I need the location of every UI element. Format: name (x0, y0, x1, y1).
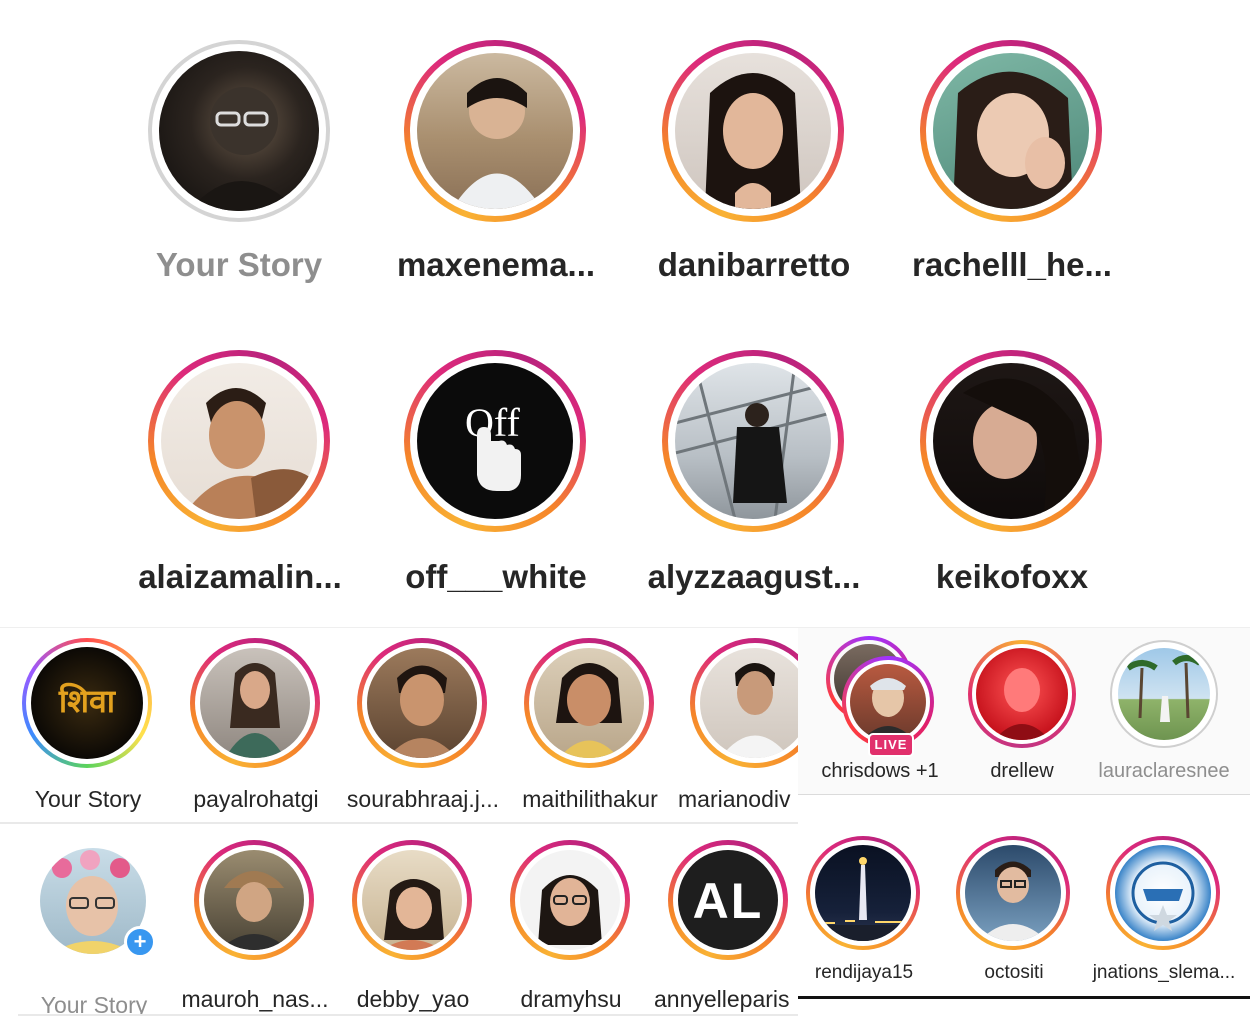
story-rendijaya15[interactable]: rendijaya15 (806, 836, 922, 996)
story-rachelll[interactable]: rachelll_he... (912, 40, 1112, 300)
avatar (520, 850, 620, 950)
avatar (933, 363, 1089, 519)
story-username: keikofoxx (935, 558, 1089, 595)
story-your-story[interactable]: Your Story (148, 40, 332, 300)
stories-tray-b: LIVE chrisdows +1 drellew lauraclaresnee (798, 628, 1250, 795)
story-payalrohatgi[interactable]: payalrohatgi (190, 638, 322, 818)
avatar-logo-text: शिवा (58, 683, 116, 719)
avatar (417, 53, 573, 209)
story-username: rendijaya15 (814, 962, 914, 983)
story-username: marianodiv (678, 786, 791, 812)
avatar (159, 51, 319, 211)
avatar (200, 648, 310, 758)
avatar (976, 648, 1068, 740)
avatar (675, 53, 831, 209)
avatar (362, 850, 462, 950)
hand-pointer-icon (477, 427, 521, 491)
story-username: alaizamalin... (138, 558, 342, 595)
avatar (204, 850, 304, 950)
add-story-icon[interactable]: + (124, 926, 156, 958)
story-jnations-slema[interactable]: jnations_slema... (1093, 836, 1235, 996)
story-lauraclaresnee[interactable]: lauraclaresnee (1098, 640, 1230, 790)
story-keikofoxx[interactable]: keikofoxx (920, 350, 1104, 610)
story-username: chrisdows +1 (821, 760, 939, 782)
story-username: octositi (984, 962, 1044, 983)
avatar (161, 363, 317, 519)
avatar (1115, 845, 1211, 941)
avatar (965, 845, 1061, 941)
avatar (850, 664, 926, 740)
story-your-story-c[interactable]: + Your Story (40, 848, 156, 1016)
story-off-white[interactable]: Off off___white (404, 350, 588, 610)
story-username: lauraclaresnee (1098, 760, 1230, 782)
brand-logo-text: AL (692, 873, 764, 929)
stories-tray-a: शिवा Your Story payalrohatgi sourabhraaj… (0, 628, 798, 820)
stories-tray-c: + Your Story mauroh_nas... debby_yao dra… (0, 826, 798, 1016)
avatar (675, 363, 831, 519)
avatar: AL (678, 850, 778, 950)
story-username: sourabhraaj.j... (346, 786, 500, 812)
story-username: mauroh_nas... (181, 986, 329, 1012)
story-username: dramyhsu (520, 986, 622, 1012)
live-badge: LIVE (868, 733, 914, 757)
avatar (933, 53, 1089, 209)
story-username: Your Story (40, 992, 148, 1016)
avatar (367, 648, 477, 758)
story-mauroh-nas[interactable]: mauroh_nas... (181, 840, 329, 1016)
story-username: debby_yao (356, 986, 470, 1012)
story-alyzzaagust[interactable]: alyzzaagust... (648, 350, 860, 610)
avatar (815, 845, 911, 941)
avatar (534, 648, 644, 758)
story-debby-yao[interactable]: debby_yao (352, 840, 474, 1016)
story-username: off___white (405, 558, 587, 595)
story-maxenema[interactable]: maxenema... (397, 40, 595, 300)
story-username: maithilithakur (522, 786, 658, 812)
story-username: Your Story (34, 786, 142, 812)
story-octositi[interactable]: octositi (956, 836, 1072, 996)
story-username: annyelleparis (654, 986, 790, 1012)
story-username: drellew (990, 760, 1054, 782)
stories-tray-d: rendijaya15 octositi jnations_slema... (798, 826, 1250, 999)
story-chrisdows-live[interactable]: LIVE chrisdows +1 (821, 636, 942, 792)
story-sourabhraaj[interactable]: sourabhraaj.j... (347, 638, 499, 818)
avatar: शिवा (31, 647, 143, 759)
divider (0, 822, 798, 824)
avatar (1118, 648, 1210, 740)
story-alaizamalin[interactable]: alaizamalin... (138, 350, 342, 610)
story-username: maxenema... (396, 246, 596, 283)
top-stories-grid: Your Story maxenema... danibarretto rach… (0, 0, 1250, 625)
story-username: Your Story (155, 246, 323, 283)
story-username: payalrohatgi (193, 786, 319, 812)
story-annyelleparis[interactable]: AL annyelleparis (654, 840, 790, 1016)
story-username: jnations_slema... (1092, 962, 1236, 983)
story-drellew[interactable]: drellew (968, 640, 1078, 790)
story-danibarretto[interactable]: danibarretto (658, 40, 850, 300)
story-maithilithakur[interactable]: maithilithakur (522, 638, 658, 818)
avatar: Off (417, 363, 573, 519)
divider (18, 1014, 798, 1016)
story-marianodiv[interactable]: marianodiv (678, 638, 798, 818)
story-username: rachelll_he... (912, 246, 1112, 283)
story-username: danibarretto (657, 246, 851, 283)
story-your-story-a[interactable]: शिवा Your Story (22, 638, 154, 818)
story-dramyhsu[interactable]: dramyhsu (510, 840, 632, 1016)
story-username: alyzzaagust... (647, 558, 861, 595)
